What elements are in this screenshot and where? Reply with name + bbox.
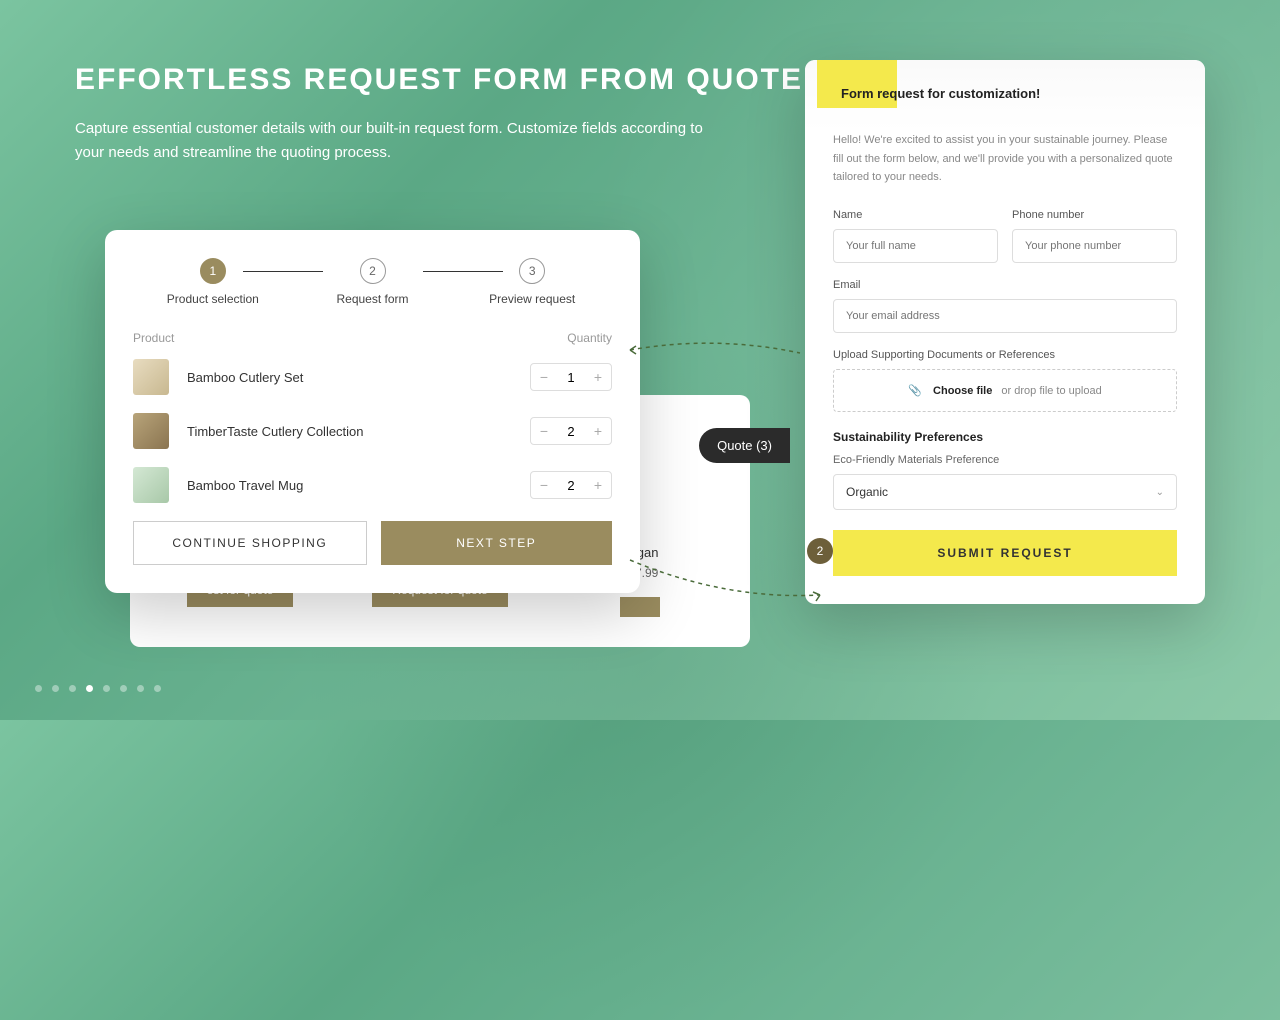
column-quantity: Quantity (567, 331, 612, 345)
quantity-stepper[interactable]: − 2 + (530, 417, 612, 445)
email-input[interactable] (833, 299, 1177, 333)
materials-select[interactable]: Organic ⌄ (833, 474, 1177, 510)
product-row: Bamboo Travel Mug − 2 + (133, 467, 612, 503)
select-value: Organic (846, 485, 888, 499)
form-intro: Hello! We're excited to assist you in yo… (805, 131, 1205, 201)
product-thumbnail (133, 467, 169, 503)
name-input[interactable] (833, 229, 998, 263)
quantity-value: 2 (557, 478, 585, 493)
paperclip-icon: 📎 (908, 385, 922, 397)
step-request-form[interactable]: 2 Request form (293, 258, 453, 306)
stepper: 1 Product selection 2 Request form 3 Pre… (133, 258, 612, 306)
carousel-dot[interactable] (120, 685, 127, 692)
preferences-sublabel: Eco-Friendly Materials Preference (833, 454, 1177, 466)
phone-input[interactable] (1012, 229, 1177, 263)
carousel-dot[interactable] (69, 685, 76, 692)
carousel-dot[interactable] (137, 685, 144, 692)
quote-modal: 1 Product selection 2 Request form 3 Pre… (105, 230, 640, 593)
carousel-dot[interactable] (52, 685, 59, 692)
carousel-dot[interactable] (154, 685, 161, 692)
step-label: Product selection (167, 292, 259, 306)
page-subtext: Capture essential customer details with … (75, 117, 725, 165)
carousel-dot[interactable] (35, 685, 42, 692)
file-upload[interactable]: 📎 Choose file or drop file to upload (833, 369, 1177, 412)
quantity-stepper[interactable]: − 1 + (530, 363, 612, 391)
column-product: Product (133, 331, 174, 345)
quantity-value: 2 (557, 424, 585, 439)
product-name: Bamboo Cutlery Set (187, 370, 512, 385)
plus-icon[interactable]: + (585, 472, 611, 498)
minus-icon[interactable]: − (531, 472, 557, 498)
step-label: Preview request (489, 292, 575, 306)
minus-icon[interactable]: − (531, 418, 557, 444)
request-form-card: Form request for customization! Hello! W… (805, 60, 1205, 604)
next-step-button[interactable]: NEXT STEP (381, 521, 613, 565)
step-preview[interactable]: 3 Preview request (452, 258, 612, 306)
step-number: 1 (200, 258, 226, 284)
carousel-dot[interactable] (86, 685, 93, 692)
arrow-annotation (625, 550, 825, 615)
step-number: 2 (360, 258, 386, 284)
form-title: Form request for customization! (833, 80, 1177, 101)
continue-shopping-button[interactable]: CONTINUE SHOPPING (133, 521, 367, 565)
quantity-value: 1 (557, 370, 585, 385)
phone-label: Phone number (1012, 209, 1177, 221)
product-row: TimberTaste Cutlery Collection − 2 + (133, 413, 612, 449)
quantity-stepper[interactable]: − 2 + (530, 471, 612, 499)
submit-request-button[interactable]: SUBMIT REQUEST (833, 530, 1177, 576)
minus-icon[interactable]: − (531, 364, 557, 390)
plus-icon[interactable]: + (585, 364, 611, 390)
product-thumbnail (133, 413, 169, 449)
quote-badge[interactable]: Quote (3) (699, 428, 790, 463)
carousel-dot[interactable] (103, 685, 110, 692)
product-row: Bamboo Cutlery Set − 1 + (133, 359, 612, 395)
chevron-down-icon: ⌄ (1156, 487, 1164, 498)
product-name: TimberTaste Cutlery Collection (187, 424, 512, 439)
step-number: 3 (519, 258, 545, 284)
drop-file-text: or drop file to upload (1001, 385, 1101, 397)
upload-label: Upload Supporting Documents or Reference… (833, 349, 1177, 361)
choose-file-text: Choose file (933, 385, 992, 397)
preferences-title: Sustainability Preferences (833, 430, 1177, 444)
product-thumbnail (133, 359, 169, 395)
name-label: Name (833, 209, 998, 221)
arrow-annotation (625, 335, 805, 380)
step-label: Request form (336, 292, 408, 306)
carousel-dots[interactable] (35, 685, 161, 692)
step-product-selection[interactable]: 1 Product selection (133, 258, 293, 306)
plus-icon[interactable]: + (585, 418, 611, 444)
product-name: Bamboo Travel Mug (187, 478, 512, 493)
email-label: Email (833, 279, 1177, 291)
